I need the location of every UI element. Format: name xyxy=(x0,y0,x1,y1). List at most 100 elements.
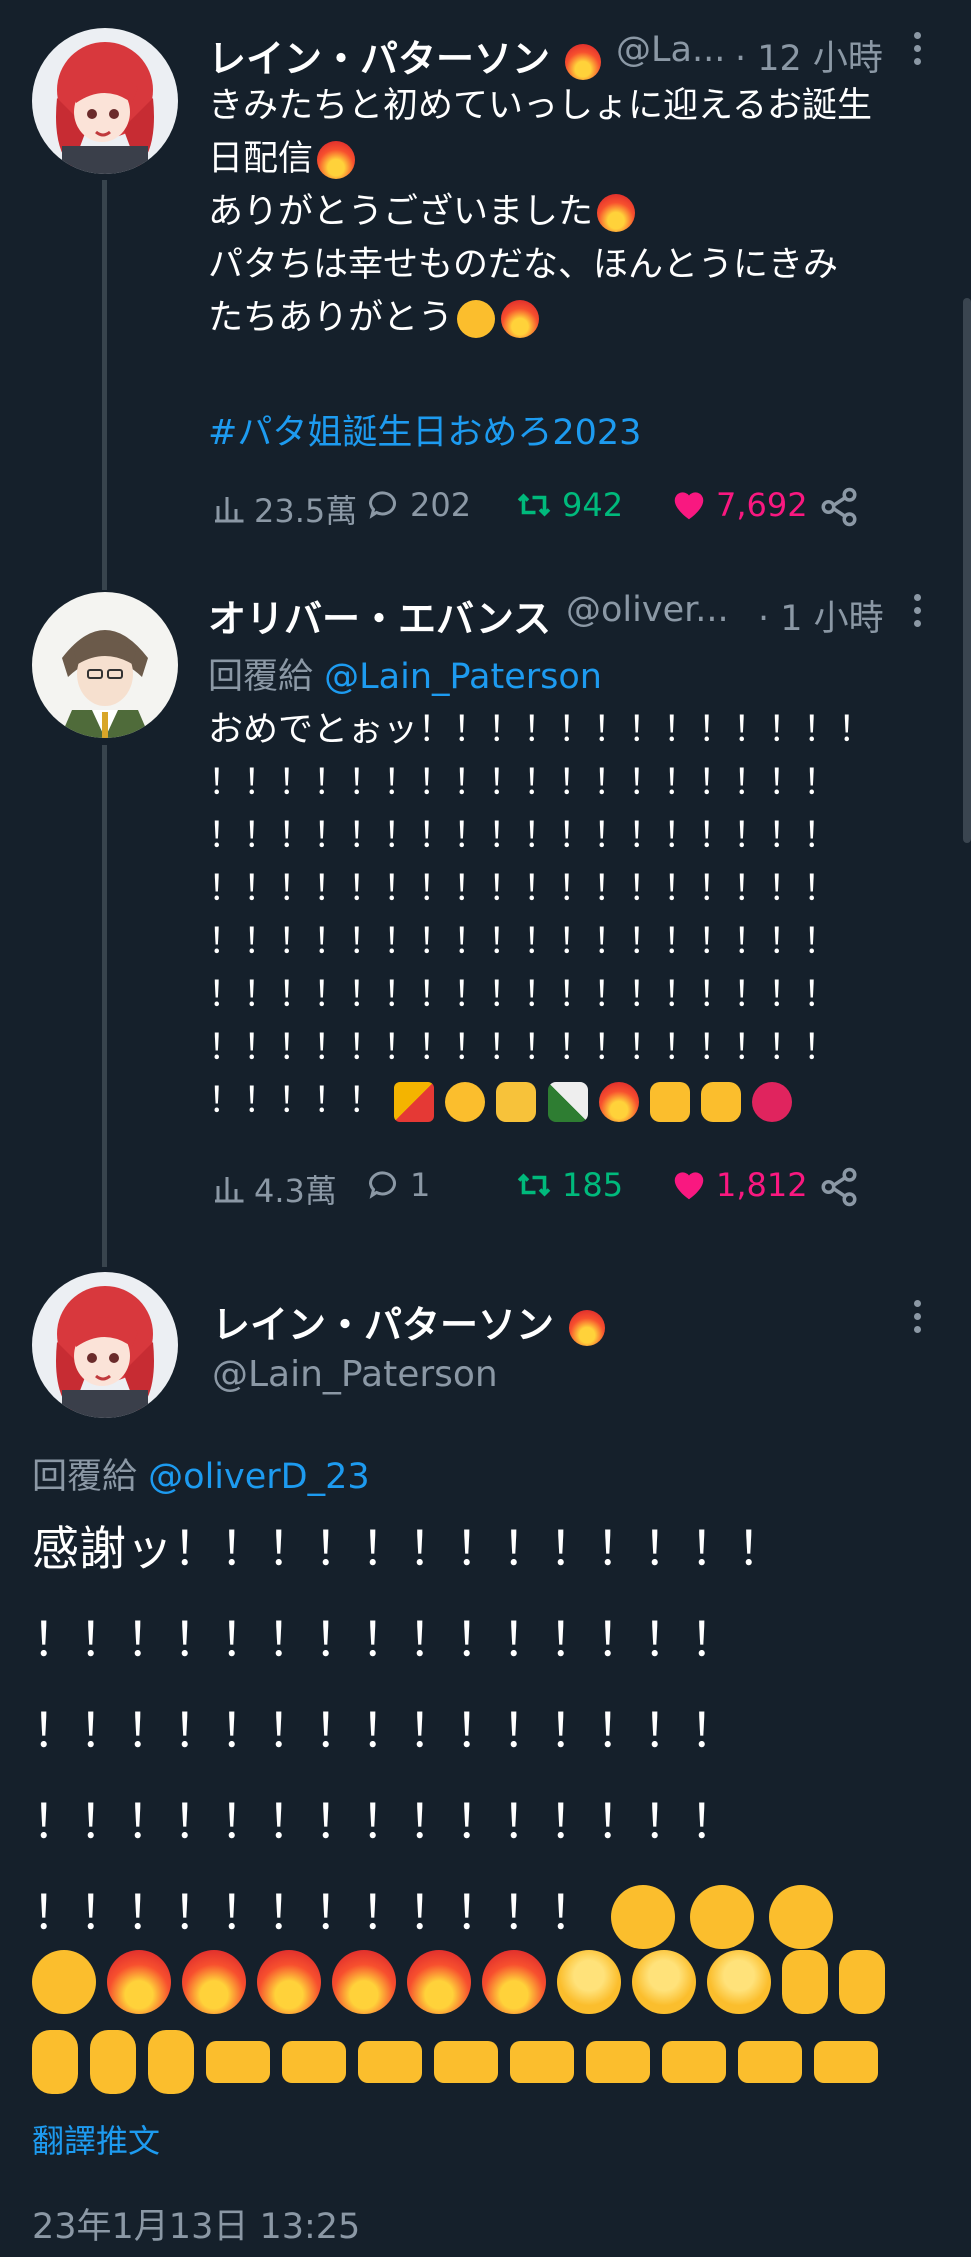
fire-emoji-icon xyxy=(598,1082,639,1122)
reply-button[interactable]: 1 xyxy=(364,1166,430,1204)
bottle-emoji-icon xyxy=(547,1082,588,1122)
reply-prefix: 回覆給 xyxy=(32,1457,138,1497)
heart-hands-emoji-icon xyxy=(586,2041,650,2083)
fire-emoji-icon xyxy=(501,300,540,338)
tweet-line: たちありがとう xyxy=(208,298,454,338)
views-count[interactable]: 23.5萬 xyxy=(212,486,357,532)
author-name[interactable]: レイン・パターソン xyxy=(208,28,602,83)
fire-emoji-icon xyxy=(482,1950,546,2014)
fire-emoji-icon xyxy=(107,1950,171,2014)
share-icon xyxy=(821,1167,857,1207)
fire-emoji-icon xyxy=(597,194,636,232)
translate-tweet-link[interactable]: 翻譯推文 xyxy=(32,2116,160,2162)
heart-icon xyxy=(674,492,704,520)
tweet-timestamp[interactable]: 23年1月13日 13:25 xyxy=(32,2198,360,2249)
share-icon xyxy=(821,487,857,527)
fire-emoji-icon xyxy=(407,1950,471,2014)
tweet-line: ！！！！！！！！！！！！！！！ xyxy=(32,1613,737,1668)
face-with-hand-over-mouth-emoji-icon xyxy=(32,1950,96,2014)
retweet-button[interactable]: 942 xyxy=(512,486,623,524)
tweet-line: ！！！！！！！！！！！！ xyxy=(32,1886,596,1941)
retweet-icon xyxy=(517,1173,551,1197)
share-button[interactable] xyxy=(818,486,866,528)
tweet-line: 日配信 xyxy=(208,139,314,179)
more-options-icon[interactable] xyxy=(914,32,922,71)
tweet-line: きみたちと初めていっしょに迎えるお誕生 xyxy=(208,86,872,126)
reply-context: 回覆給 @Lain_Paterson xyxy=(208,648,602,699)
star-struck-emoji-icon xyxy=(632,1950,696,2014)
star-struck-emoji-icon xyxy=(557,1950,621,2014)
star-struck-emoji-icon xyxy=(707,1950,771,2014)
share-button[interactable] xyxy=(818,1166,866,1208)
author-handle[interactable]: @oliver... xyxy=(566,590,729,630)
tweet-line: ありがとうございました xyxy=(208,192,594,232)
reply-prefix: 回覆給 xyxy=(208,657,314,697)
tweet-line: ！！！！！！！！！！！！！！！！！！ xyxy=(208,975,839,1015)
emoji-row xyxy=(32,1950,952,2014)
fire-emoji-icon xyxy=(332,1950,396,2014)
author-handle[interactable]: @La... xyxy=(616,30,725,70)
avatar[interactable] xyxy=(32,592,178,738)
thread-line xyxy=(102,180,107,590)
tweet-time[interactable]: · 12 小時 xyxy=(735,30,883,81)
flexed-biceps-emoji-icon xyxy=(701,1082,741,1122)
author-name[interactable]: オリバー・エバンス xyxy=(208,588,551,643)
like-button[interactable]: 1,812 xyxy=(668,1166,808,1204)
tweet-line: ！！！！！！！！！！！！！！！！！！ xyxy=(208,816,839,856)
pointing-up-emoji-icon xyxy=(32,2030,78,2094)
heart-with-ribbon-emoji-icon xyxy=(752,1082,793,1122)
views-count[interactable]: 4.3萬 xyxy=(212,1166,337,1212)
pointing-up-emoji-icon xyxy=(90,2030,136,2094)
tweet-line: ！！！！！ xyxy=(208,1081,384,1121)
tweet-text: きみたちと初めていっしょに迎えるお誕生 日配信 ありがとうございました パタちは… xyxy=(208,80,948,345)
mention-link[interactable]: @Lain_Paterson xyxy=(324,657,602,697)
avatar[interactable] xyxy=(32,28,178,174)
tweet-line: ！！！！！！！！！！！！！！！！！！ xyxy=(208,869,839,909)
reply-icon xyxy=(368,491,396,519)
pointing-up-emoji-icon xyxy=(839,1950,885,2014)
like-button[interactable]: 7,692 xyxy=(668,486,808,524)
tweet-line: 感謝ッ！！！！！！！！！！！！！ xyxy=(32,1522,784,1577)
heart-hands-emoji-icon xyxy=(662,2041,726,2083)
fire-emoji-icon xyxy=(182,1950,246,2014)
author-handle[interactable]: @Lain_Paterson xyxy=(212,1354,498,1395)
pointing-up-emoji-icon xyxy=(148,2030,194,2094)
heart-hands-emoji-icon xyxy=(206,2041,270,2083)
retweet-icon xyxy=(517,493,551,517)
retweet-button[interactable]: 185 xyxy=(512,1166,623,1204)
tweet-line: パタちは幸せものだな、ほんとうにきみ xyxy=(208,245,839,285)
reply-button[interactable]: 202 xyxy=(364,486,471,524)
heart-hands-emoji-icon xyxy=(282,2041,346,2083)
analytics-icon xyxy=(215,497,244,523)
tweet-line: おめでとぉッ！！！！！！！！！！！！！ xyxy=(208,710,874,750)
mention-link[interactable]: @oliverD_23 xyxy=(148,1457,369,1497)
face-with-hand-over-mouth-emoji-icon xyxy=(689,1884,754,1949)
partying-face-emoji-icon xyxy=(445,1082,486,1122)
tweet-line: ！！！！！！！！！！！！！！！！！！ xyxy=(208,763,839,803)
fire-emoji-icon xyxy=(565,43,602,80)
tweet-time[interactable]: · 1 小時 xyxy=(758,590,884,641)
tweet-line: ！！！！！！！！！！！！！！！ xyxy=(32,1704,737,1759)
author-name[interactable]: レイン・パターソン xyxy=(212,1294,606,1349)
avatar[interactable] xyxy=(32,1272,178,1418)
face-with-hand-over-mouth-emoji-icon xyxy=(610,1884,675,1949)
smiling-face-with-hearts-emoji-icon xyxy=(457,300,496,338)
party-popper-emoji-icon xyxy=(394,1082,435,1122)
tweet-text: 感謝ッ！！！！！！！！！！！！！ ！！！！！！！！！！！！！！！ ！！！！！！！… xyxy=(32,1504,952,1959)
fire-emoji-icon xyxy=(317,141,356,179)
more-options-icon[interactable] xyxy=(914,1300,922,1339)
clapping-hands-emoji-icon xyxy=(496,1082,537,1122)
fire-emoji-icon xyxy=(257,1950,321,2014)
heart-hands-emoji-icon xyxy=(510,2041,574,2083)
hashtag-link[interactable]: #パタ姐誕生日おめろ2023 xyxy=(208,404,641,455)
reply-context: 回覆給 @oliverD_23 xyxy=(32,1448,370,1499)
analytics-icon xyxy=(215,1177,244,1203)
more-options-icon[interactable] xyxy=(914,594,922,633)
tweet-line: ！！！！！！！！！！！！！！！ xyxy=(32,1795,737,1850)
face-with-hand-over-mouth-emoji-icon xyxy=(768,1884,833,1949)
reply-icon xyxy=(368,1171,396,1199)
heart-icon xyxy=(674,1172,704,1200)
tweet-line: ！！！！！！！！！！！！！！！！！！ xyxy=(208,1028,839,1068)
heart-hands-emoji-icon xyxy=(814,2041,878,2083)
scrollbar[interactable] xyxy=(963,298,971,843)
